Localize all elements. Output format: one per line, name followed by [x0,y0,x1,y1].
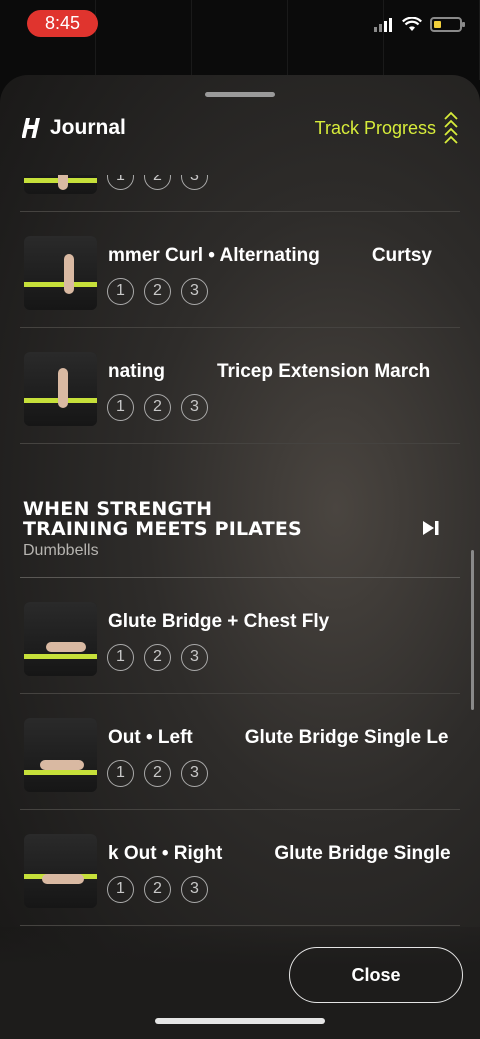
set-circles: 1 2 3 [107,394,208,421]
set-circle-1[interactable]: 1 [107,394,134,421]
set-circles: 1 2 3 [107,175,208,190]
section-title: WHEN STRENGTH TRAINING MEETS PILATES [23,499,302,539]
set-circle-1[interactable]: 1 [107,644,134,671]
set-circle-2[interactable]: 2 [144,394,171,421]
journal-header: Journal Track Progress [22,110,458,146]
set-circle-3[interactable]: 3 [181,876,208,903]
set-circle-2[interactable]: 2 [144,760,171,787]
exercise-name: mmer Curl • Alternating [108,245,320,266]
set-circle-3[interactable]: 3 [181,278,208,305]
home-indicator[interactable] [155,1018,325,1024]
exercise-name: nating [108,361,165,382]
exercise-thumbnail [24,834,97,908]
set-circles: 1 2 3 [107,644,208,671]
scrollbar[interactable] [471,550,474,710]
list-item[interactable]: 1 2 3 [20,175,460,212]
next-exercise-name: Tricep Extension March [217,361,431,382]
cellular-signal-icon [374,17,392,32]
exercise-title: k Out • Right Glute Bridge Single [108,843,460,865]
play-next-icon[interactable] [422,520,440,536]
set-circle-2[interactable]: 2 [144,876,171,903]
battery-icon [430,17,465,32]
exercise-thumbnail [24,352,97,426]
exercise-name: k Out • Right [108,843,223,864]
section-title-line-2: TRAINING MEETS PILATES [23,518,302,540]
exercise-thumbnail [24,718,97,792]
exercise-name: Glute Bridge + Chest Fly [108,611,330,632]
set-circle-3[interactable]: 3 [181,760,208,787]
track-progress-label: Track Progress [314,117,436,138]
exercise-thumbnail [24,175,97,194]
list-item[interactable]: Out • Left Glute Bridge Single Le 1 2 3 [20,694,460,810]
page-title: Journal [50,116,126,139]
next-exercise-name: Curtsy [371,245,432,266]
exercise-title: Out • Left Glute Bridge Single Le [108,727,460,749]
list-item[interactable]: mmer Curl • Alternating Curtsy 1 2 3 [20,212,460,328]
set-circle-1[interactable]: 1 [107,175,134,190]
set-circle-2[interactable]: 2 [144,644,171,671]
status-bar: 8:45 [0,0,480,50]
set-circle-3[interactable]: 3 [181,394,208,421]
list-item[interactable]: nating Tricep Extension March 1 2 3 [20,328,460,444]
exercise-thumbnail [24,236,97,310]
set-circle-1[interactable]: 1 [107,876,134,903]
status-time: 8:45 [27,10,98,37]
set-circle-1[interactable]: 1 [107,760,134,787]
status-icons [374,17,465,32]
exercise-thumbnail [24,602,97,676]
exercise-title: nating Tricep Extension March [108,361,460,383]
set-circle-3[interactable]: 3 [181,644,208,671]
battery-level [434,21,441,28]
set-circle-3[interactable]: 3 [181,175,208,190]
set-circle-2[interactable]: 2 [144,175,171,190]
journal-sheet: Journal Track Progress 1 2 3 mmer Curl •… [0,75,480,1039]
section-subtitle: Dumbbells [23,542,99,559]
sheet-footer: Close [0,927,480,1039]
set-circles: 1 2 3 [107,278,208,305]
close-button[interactable]: Close [289,947,463,1003]
list-item[interactable]: Glute Bridge + Chest Fly 1 2 3 [20,578,460,694]
sheet-grabber[interactable] [205,92,275,97]
exercise-title: Glute Bridge + Chest Fly [108,611,460,633]
list-item[interactable]: k Out • Right Glute Bridge Single 1 2 3 [20,810,460,926]
exercise-name: Out • Left [108,727,193,748]
section-title-line-1: WHEN STRENGTH [23,498,213,520]
set-circles: 1 2 3 [107,760,208,787]
wifi-icon [402,17,422,31]
set-circle-2[interactable]: 2 [144,278,171,305]
exercise-title: mmer Curl • Alternating Curtsy [108,245,460,267]
workout-section-header: WHEN STRENGTH TRAINING MEETS PILATES Dum… [20,444,460,578]
track-progress-button[interactable]: Track Progress [315,111,458,145]
chevrons-up-icon [444,111,458,144]
logo-icon [22,118,40,138]
set-circle-1[interactable]: 1 [107,278,134,305]
set-circles: 1 2 3 [107,876,208,903]
next-exercise-name: Glute Bridge Single Le [244,727,449,748]
exercise-list: 1 2 3 mmer Curl • Alternating Curtsy 1 2 … [0,175,480,926]
next-exercise-name: Glute Bridge Single [274,843,451,864]
